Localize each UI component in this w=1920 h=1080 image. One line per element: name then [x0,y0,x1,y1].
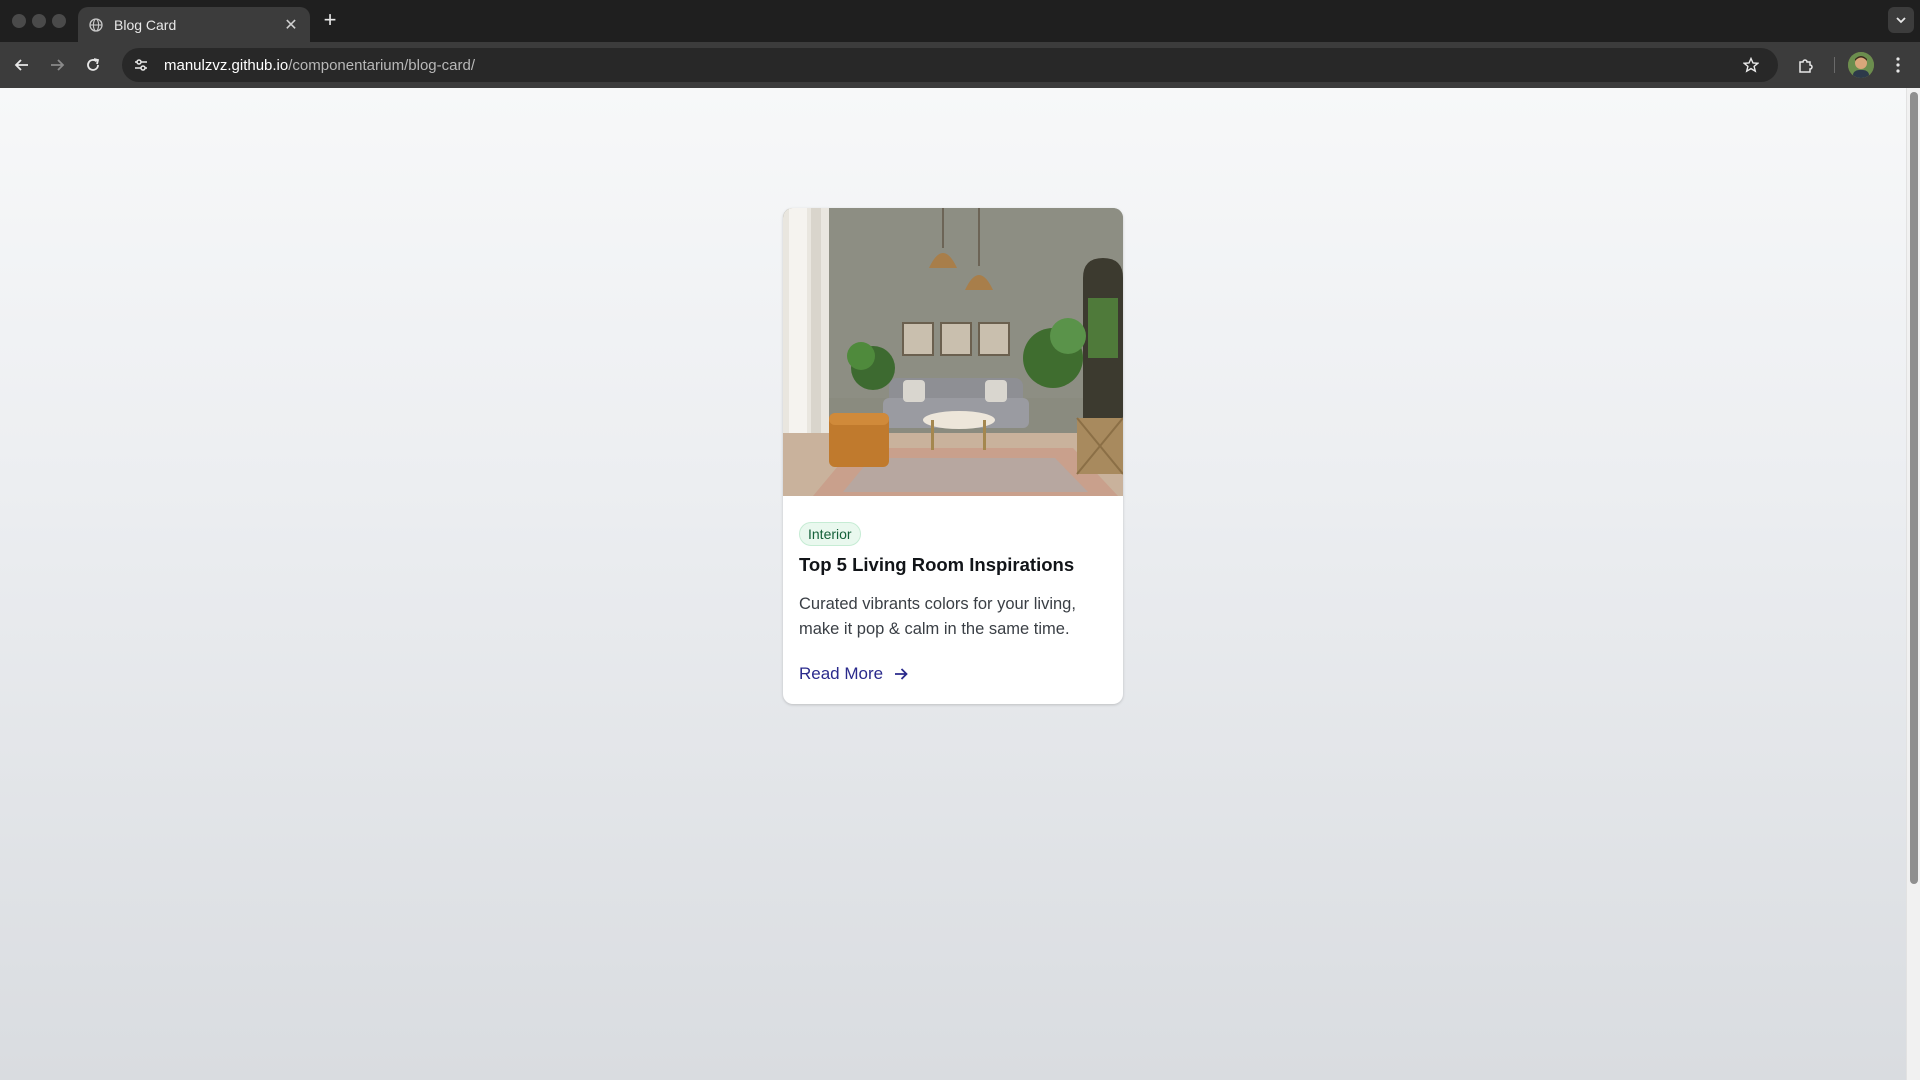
chevron-down-icon[interactable] [1888,7,1914,33]
read-more-link[interactable]: Read More [799,664,909,684]
arrow-left-icon[interactable] [8,51,36,79]
kebab-menu-icon[interactable] [1884,51,1912,79]
window-minimize-button[interactable] [32,14,46,28]
read-more-label: Read More [799,664,884,683]
reload-icon[interactable] [79,51,107,79]
blog-card: Interior Top 5 Living Room Inspirations … [783,208,1123,704]
url-path: /componentarium/blog-card/ [288,56,475,74]
avatar[interactable] [1848,52,1874,78]
globe-icon [88,17,104,33]
tune-icon[interactable] [126,50,156,80]
url-host: manulzvz.github.io [164,56,289,74]
card-body: Interior Top 5 Living Room Inspirations … [783,496,1123,684]
page-viewport: Interior Top 5 Living Room Inspirations … [0,88,1906,1080]
star-icon[interactable] [1736,50,1766,80]
tab-strip: Blog Card ✕ + [0,0,1920,42]
browser-toolbar: manulzvz.github.io/componentarium/blog-c… [0,42,1920,88]
arrow-right-icon[interactable] [43,51,71,79]
card-image [783,208,1123,496]
puzzle-icon[interactable] [1792,51,1820,79]
window-maximize-button[interactable] [52,14,66,28]
toolbar-divider [1834,57,1835,73]
scrollbar[interactable] [1906,88,1920,1080]
window-close-button[interactable] [12,14,26,28]
url-text[interactable]: manulzvz.github.io/componentarium/blog-c… [164,57,1736,74]
category-badge: Interior [799,522,861,546]
address-bar[interactable]: manulzvz.github.io/componentarium/blog-c… [122,48,1778,82]
tab-title: Blog Card [114,16,177,33]
scrollbar-thumb[interactable] [1910,92,1918,884]
arrow-right-icon [895,668,908,680]
card-description: Curated vibrants colors for your living,… [799,595,1076,638]
card-title: Top 5 Living Room Inspirations [799,554,1075,575]
browser-tab[interactable]: Blog Card ✕ [78,7,310,42]
tab-close-icon[interactable]: ✕ [280,14,302,36]
new-tab-button[interactable]: + [318,7,342,32]
